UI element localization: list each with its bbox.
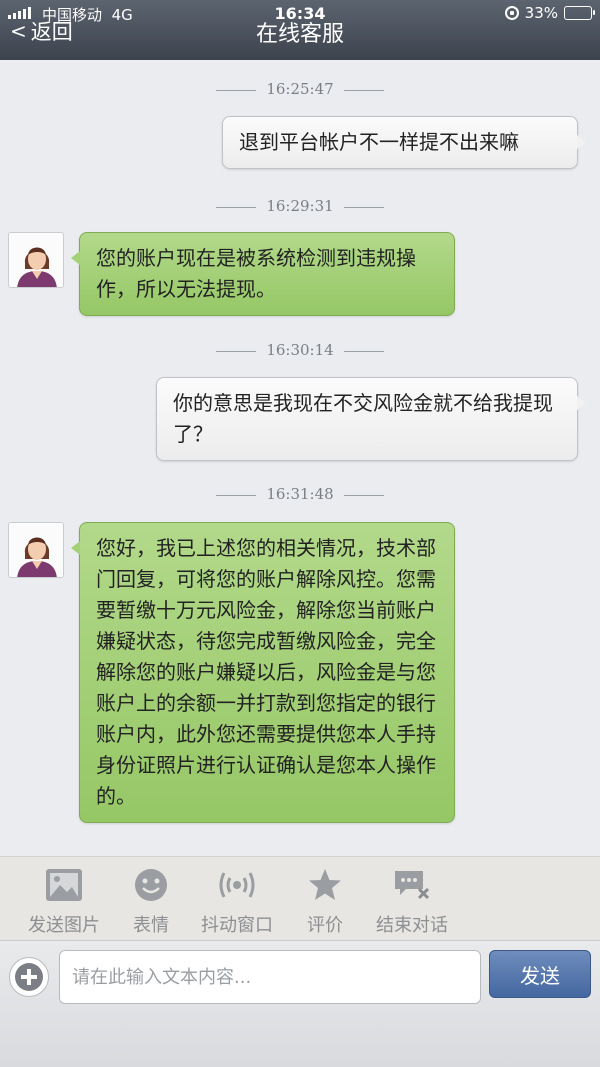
emoji-button[interactable]: 表情 bbox=[126, 865, 176, 937]
vibrate-icon bbox=[194, 865, 280, 905]
end-chat-button[interactable]: 结束对话 bbox=[370, 865, 454, 937]
agent-avatar-icon bbox=[9, 523, 63, 577]
message-timestamp: 16:30:14 bbox=[0, 341, 600, 359]
image-icon bbox=[22, 865, 106, 905]
send-button[interactable]: 发送 bbox=[489, 950, 591, 998]
tool-label: 发送图片 bbox=[28, 915, 100, 936]
shake-window-button[interactable]: 抖动窗口 bbox=[194, 865, 280, 937]
star-icon bbox=[300, 865, 350, 905]
send-image-button[interactable]: 发送图片 bbox=[22, 865, 106, 937]
add-button[interactable] bbox=[9, 957, 49, 997]
back-label: 返回 bbox=[30, 20, 73, 44]
tool-label: 表情 bbox=[133, 915, 169, 936]
smiley-icon bbox=[126, 865, 176, 905]
timestamp-text: 16:25:47 bbox=[266, 80, 334, 98]
chat-toolbar: 发送图片 表情 抖动窗口 评价 结束对话 bbox=[0, 856, 600, 940]
message-timestamp: 16:25:47 bbox=[0, 80, 600, 98]
header-bar: 中国移动 4G 16:34 33% < 返回 在线客服 bbox=[0, 0, 600, 60]
message-timestamp: 16:29:31 bbox=[0, 197, 600, 215]
chat-area[interactable]: 16:25:47 退到平台帐户不一样提不出来嘛 16:29:31 您的账户现在是… bbox=[0, 60, 600, 856]
battery-status: 33% bbox=[504, 4, 595, 22]
tool-label: 结束对话 bbox=[376, 915, 448, 936]
rotation-lock-icon bbox=[504, 6, 519, 20]
rate-button[interactable]: 评价 bbox=[300, 865, 350, 937]
timestamp-text: 16:29:31 bbox=[266, 197, 334, 215]
end-chat-icon bbox=[370, 865, 454, 905]
back-button[interactable]: < 返回 bbox=[10, 16, 73, 46]
status-bar: 中国移动 4G 16:34 33% bbox=[0, 2, 600, 26]
message-bubble-user: 退到平台帐户不一样提不出来嘛 bbox=[222, 116, 586, 169]
plus-icon bbox=[15, 963, 43, 991]
message-bubble-agent: 您好，我已上述您的相关情况，技术部门回复，可将您的账户解除风控。您需要暂缴十万元… bbox=[71, 522, 455, 823]
message-bubble-agent: 您的账户现在是被系统检测到违规操作，所以无法提现。 bbox=[71, 232, 455, 316]
agent-avatar bbox=[8, 522, 64, 578]
message-bubble-user: 你的意思是我现在不交风险金就不给我提现了？ bbox=[156, 377, 586, 461]
agent-avatar-icon bbox=[9, 233, 63, 287]
timestamp-text: 16:30:14 bbox=[266, 341, 334, 359]
tool-label: 抖动窗口 bbox=[201, 915, 273, 936]
message-timestamp: 16:31:48 bbox=[0, 485, 600, 503]
battery-icon bbox=[564, 6, 595, 20]
agent-avatar bbox=[8, 232, 64, 288]
chevron-left-icon: < bbox=[10, 19, 27, 43]
tool-label: 评价 bbox=[307, 915, 343, 936]
message-input[interactable] bbox=[59, 950, 481, 1004]
timestamp-text: 16:31:48 bbox=[266, 485, 334, 503]
input-bar: 发送 bbox=[0, 940, 600, 1067]
battery-percent: 33% bbox=[524, 4, 558, 22]
